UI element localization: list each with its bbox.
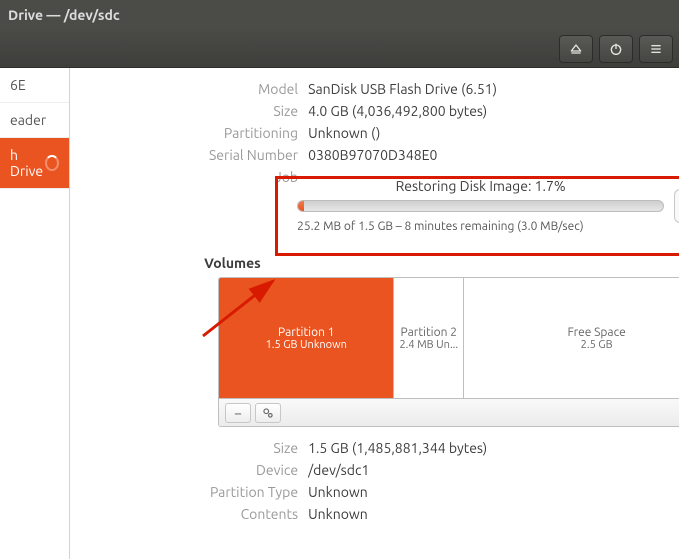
partition-1[interactable]: Partition 1 1.5 GB Unknown bbox=[219, 278, 394, 398]
label-device: Device bbox=[70, 462, 308, 478]
power-button[interactable] bbox=[599, 35, 633, 63]
sidebar-item-selected[interactable]: h Drive bbox=[0, 138, 69, 189]
eject-button[interactable] bbox=[559, 35, 593, 63]
titlebar: Drive — /dev/sdc bbox=[0, 0, 679, 30]
label-partitioning: Partitioning bbox=[70, 125, 308, 141]
sidebar-item-label: 6E bbox=[10, 77, 26, 93]
progress-subtext: 25.2 MB of 1.5 GB – 8 minutes remaining … bbox=[297, 220, 664, 233]
partition-map: Partition 1 1.5 GB Unknown Partition 2 2… bbox=[219, 278, 679, 398]
volumes-box: Partition 1 1.5 GB Unknown Partition 2 2… bbox=[218, 277, 679, 427]
window-title: Drive — /dev/sdc bbox=[8, 7, 671, 23]
toolbar bbox=[0, 30, 679, 68]
eject-icon bbox=[568, 41, 584, 57]
gear-icon bbox=[261, 406, 275, 420]
volume-settings-button[interactable] bbox=[255, 403, 281, 423]
value-contents: Unknown bbox=[308, 506, 368, 522]
sidebar-item[interactable]: 6E bbox=[0, 68, 69, 103]
label-sel-size: Size bbox=[70, 440, 308, 456]
value-device: /dev/sdc1 bbox=[308, 462, 369, 478]
value-serial: 0380B97070D348E0 bbox=[308, 147, 437, 163]
label-partition-type: Partition Type bbox=[70, 484, 308, 500]
volumes-toolbar: − bbox=[219, 398, 679, 426]
volumes-heading: Volumes bbox=[204, 255, 679, 271]
label-contents: Contents bbox=[70, 506, 308, 522]
hamburger-icon bbox=[648, 41, 664, 57]
main-panel: ModelSanDisk USB Flash Drive (6.51) Size… bbox=[70, 68, 679, 559]
spinner-icon bbox=[45, 155, 59, 171]
sidebar-item-label: eader bbox=[10, 112, 46, 128]
partition-2[interactable]: Partition 2 2.4 MB Un... bbox=[394, 278, 464, 398]
label-job: Job bbox=[70, 169, 308, 185]
value-model: SanDisk USB Flash Drive (6.51) bbox=[308, 81, 497, 97]
value-partition-type: Unknown bbox=[308, 484, 368, 500]
menu-button[interactable] bbox=[639, 35, 673, 63]
progress-bar bbox=[297, 200, 664, 212]
free-space[interactable]: Free Space 2.5 GB bbox=[464, 278, 679, 398]
cancel-job-button[interactable] bbox=[674, 189, 679, 223]
partition-name: Free Space bbox=[567, 326, 625, 339]
progress-title: Restoring Disk Image: 1.7% bbox=[297, 178, 664, 194]
sidebar: 6E eader h Drive bbox=[0, 68, 70, 559]
progress-fill bbox=[298, 201, 304, 211]
unmount-button[interactable]: − bbox=[225, 403, 251, 423]
label-size: Size bbox=[70, 103, 308, 119]
value-size: 4.0 GB (4,036,492,800 bytes) bbox=[308, 103, 487, 119]
sidebar-item-label: h Drive bbox=[10, 147, 45, 179]
partition-name: Partition 1 bbox=[278, 326, 334, 339]
partition-sub: 1.5 GB Unknown bbox=[266, 339, 347, 351]
value-sel-size: 1.5 GB (1,485,881,344 bytes) bbox=[308, 440, 487, 456]
label-model: Model bbox=[70, 81, 308, 97]
partition-name: Partition 2 bbox=[401, 326, 457, 339]
label-serial: Serial Number bbox=[70, 147, 308, 163]
power-icon bbox=[608, 41, 624, 57]
partition-sub: 2.5 GB bbox=[581, 339, 613, 351]
sidebar-item[interactable]: eader bbox=[0, 103, 69, 138]
value-partitioning: Unknown () bbox=[308, 125, 380, 141]
partition-sub: 2.4 MB Un... bbox=[399, 339, 458, 351]
minus-icon: − bbox=[234, 405, 242, 421]
